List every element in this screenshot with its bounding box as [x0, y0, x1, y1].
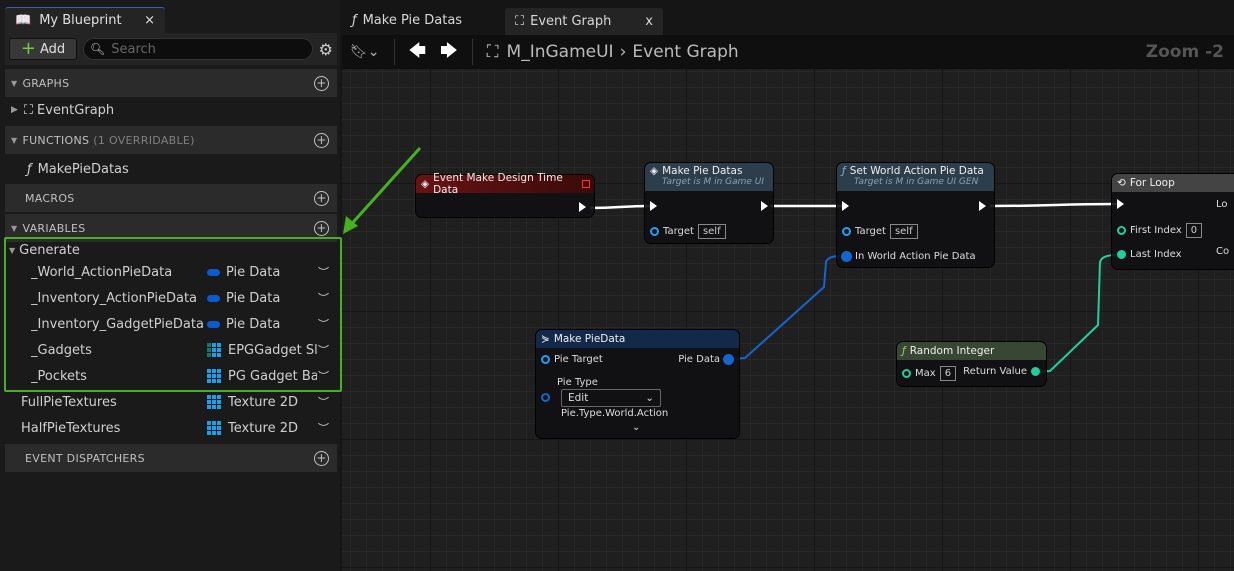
loop-icon: ⟲	[1117, 177, 1126, 189]
exec-in-pin[interactable]	[650, 201, 657, 211]
max-value[interactable]: 6	[939, 366, 957, 381]
event-icon: ◈	[421, 178, 430, 190]
node-event-make-design-time-data[interactable]: ◈ Event Make Design Time Data	[416, 172, 594, 217]
pie-target-pin[interactable]	[541, 355, 550, 364]
node-random-integer[interactable]: ƒ Random Integer Max 6 Return Value	[897, 342, 1046, 386]
target-pin[interactable]	[842, 227, 851, 236]
exec-out-pin[interactable]	[761, 201, 768, 211]
node-make-pie-datas[interactable]: ◈ Make Pie Datas Target is M in Game UI Ta…	[645, 163, 773, 243]
target-value[interactable]: self	[697, 224, 726, 239]
pie-type-pin[interactable]	[541, 393, 550, 402]
annotation-arrow	[345, 146, 422, 231]
node-set-world-action-pie-data[interactable]: ƒ Set World Action Pie Data Target is M in…	[837, 163, 994, 267]
exec-wire	[589, 204, 651, 210]
function-icon: ◈	[650, 165, 659, 177]
loop-body-label: Lo	[1216, 199, 1228, 210]
exec-out-pin[interactable]	[579, 202, 586, 212]
target-value[interactable]: self	[889, 224, 918, 239]
first-index-pin[interactable]	[1117, 226, 1126, 235]
pie-type-label: Pie Type	[557, 377, 598, 388]
pie-type-dropdown[interactable]: Edit ⌄	[561, 389, 661, 407]
target-pin[interactable]	[650, 227, 659, 236]
int-wire	[1037, 254, 1117, 373]
return-value-pin[interactable]	[1031, 367, 1040, 376]
exec-wire	[989, 202, 1118, 208]
node-for-loop[interactable]: ⟲ For Loop Lo First Index 0 Last Index Co	[1112, 174, 1234, 269]
max-pin[interactable]	[902, 369, 911, 378]
exec-in-pin[interactable]	[842, 201, 849, 211]
pie-type-value: Pie.Type.World.Action	[561, 408, 669, 419]
graph-wires	[343, 146, 1118, 373]
last-index-pin[interactable]	[1117, 250, 1126, 259]
function-icon: ƒ	[842, 165, 846, 177]
completed-label: Co	[1216, 246, 1230, 257]
struct-icon: ⋟	[541, 333, 550, 345]
exec-out-pin[interactable]	[979, 201, 986, 211]
pie-data-out-pin[interactable]	[724, 355, 733, 364]
expand-chevron-icon[interactable]: ⌄	[632, 422, 640, 433]
chevron-down-icon: ⌄	[645, 392, 654, 404]
node-make-piedata[interactable]: ⋟ Make PieData Pie Target Pie Data Pie Ty…	[536, 330, 739, 438]
function-icon: ƒ	[902, 345, 906, 357]
first-index-value[interactable]: 0	[1185, 223, 1203, 238]
delegate-pin-icon[interactable]	[582, 180, 590, 188]
exec-in-pin[interactable]	[1117, 199, 1124, 209]
pie-data-wire	[728, 255, 841, 360]
pie-data-in-pin[interactable]	[842, 252, 851, 261]
